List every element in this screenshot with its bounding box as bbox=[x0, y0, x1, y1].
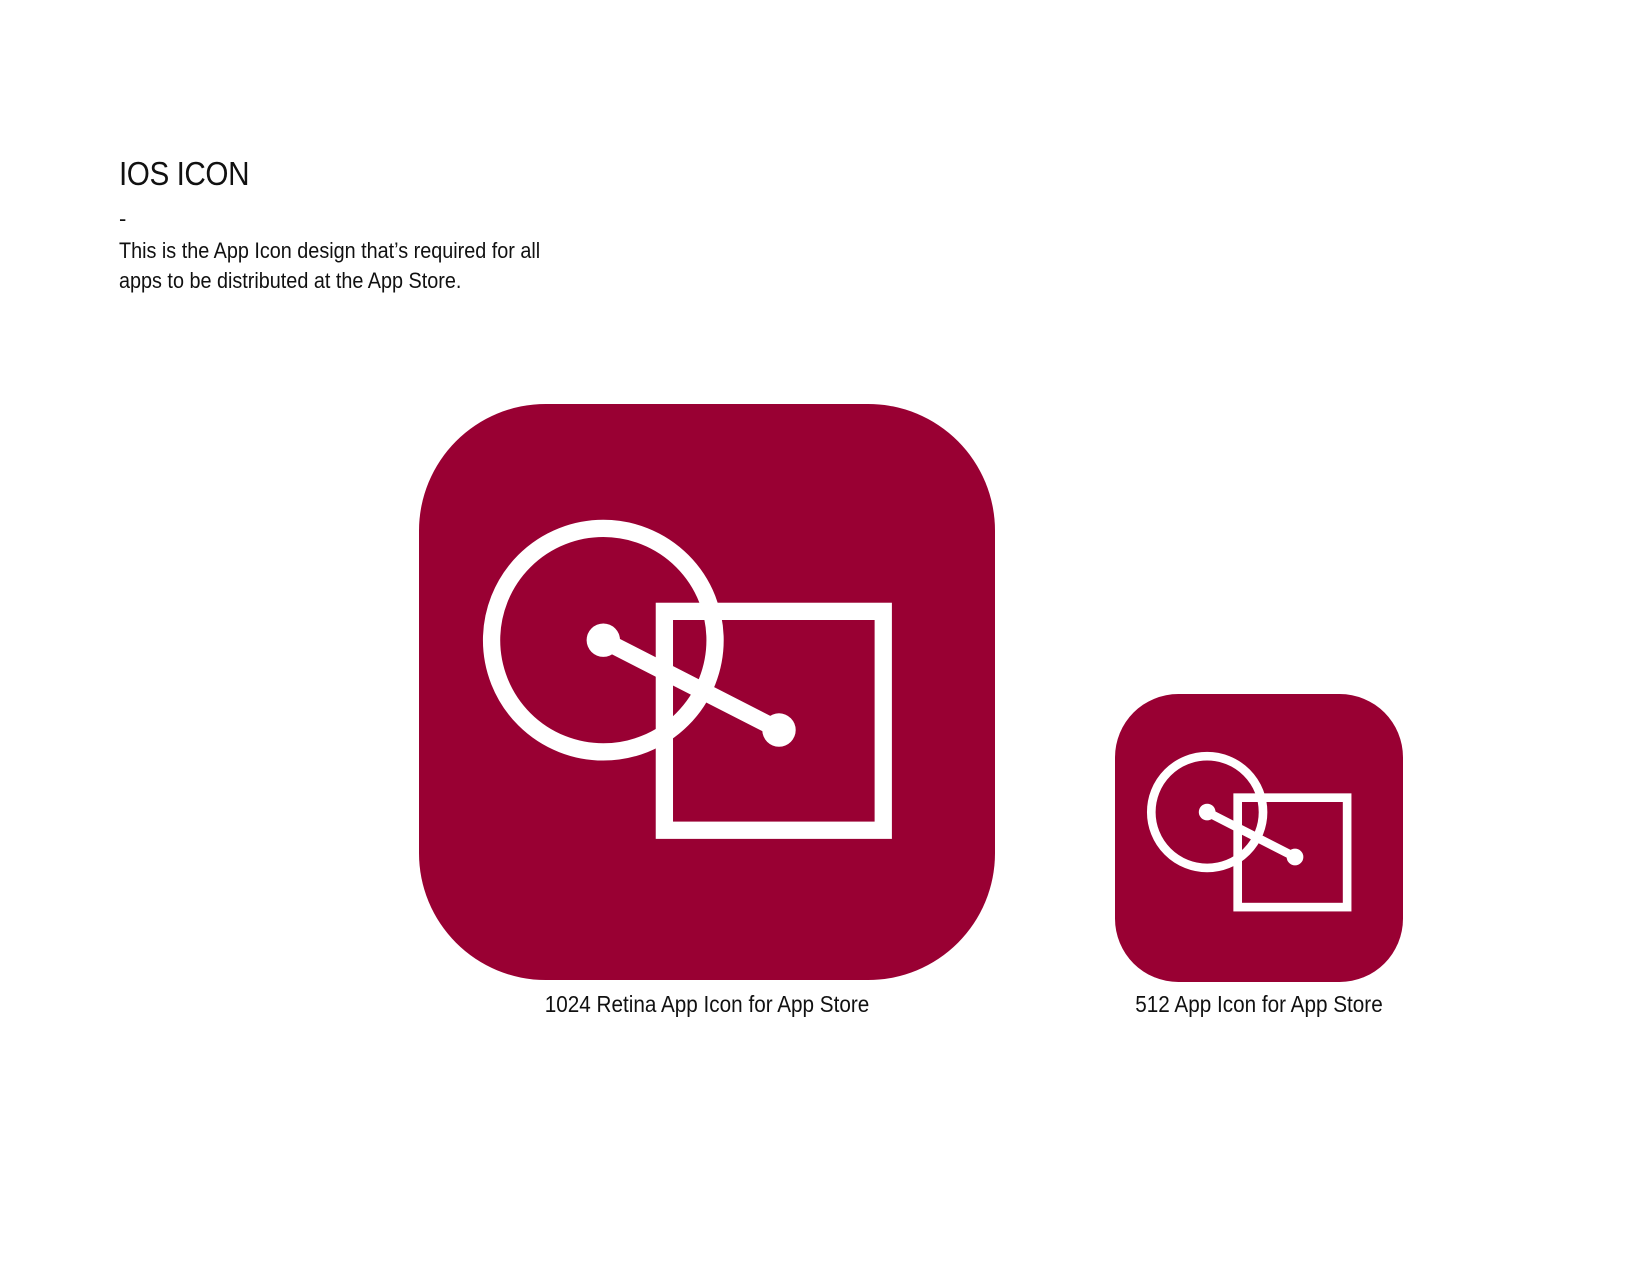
icon-caption-small: 512 App Icon for App Store bbox=[1135, 991, 1383, 1017]
icon-link-end-dot bbox=[1286, 848, 1304, 866]
icon-link-end-dot bbox=[762, 713, 796, 747]
icon-caption-large: 1024 Retina App Icon for App Store bbox=[544, 991, 870, 1017]
title-separator: - bbox=[119, 206, 127, 231]
page-description: This is the App Icon design that’s requi… bbox=[119, 238, 541, 293]
page-title: IOS ICON bbox=[119, 155, 250, 192]
app-icon-large bbox=[419, 404, 995, 980]
app-icon-small bbox=[1115, 694, 1403, 982]
icon-link-start-dot bbox=[1198, 803, 1216, 821]
icon-link-start-dot bbox=[586, 623, 621, 657]
